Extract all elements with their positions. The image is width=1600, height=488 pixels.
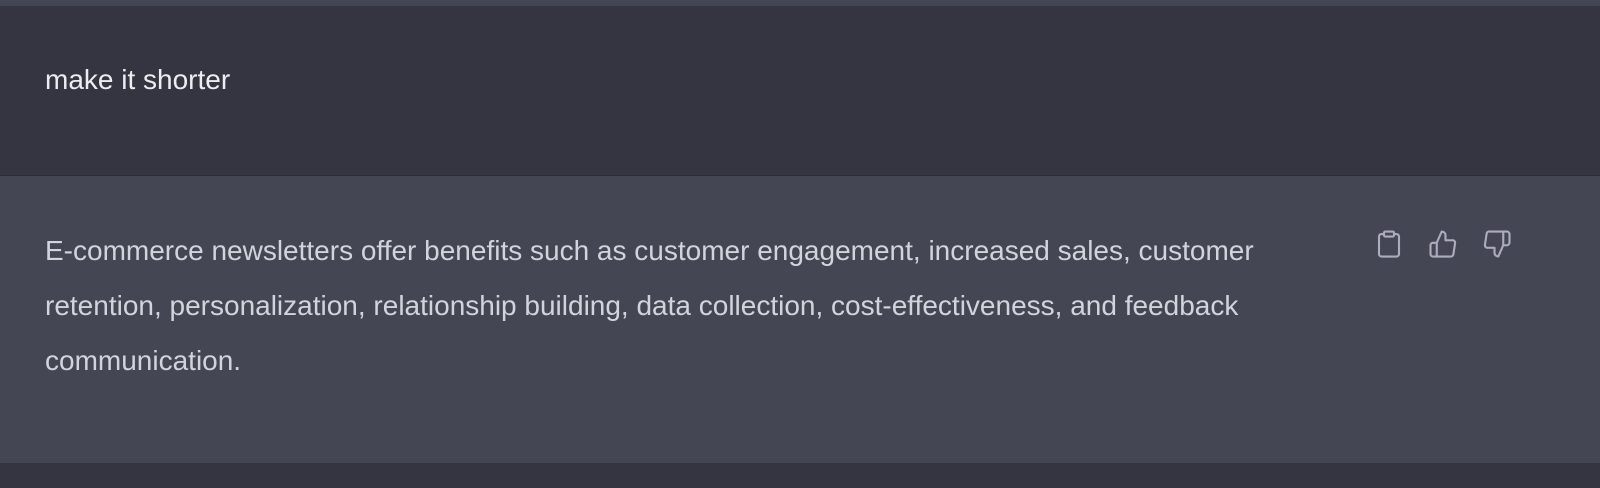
next-message-area [0,463,1600,488]
clipboard-icon [1374,229,1404,264]
copy-button[interactable] [1372,229,1406,263]
assistant-message-row: E-commerce newsletters offer benefits su… [0,176,1600,463]
thumbs-up-icon [1428,229,1458,264]
assistant-message-text: E-commerce newsletters offer benefits su… [45,235,1254,376]
thumbs-down-icon [1482,229,1512,264]
user-message-row: make it shorter [0,6,1600,176]
message-actions [1372,229,1514,263]
user-message-text: make it shorter [45,64,231,95]
thumbs-down-button[interactable] [1480,229,1514,263]
thumbs-up-button[interactable] [1426,229,1460,263]
